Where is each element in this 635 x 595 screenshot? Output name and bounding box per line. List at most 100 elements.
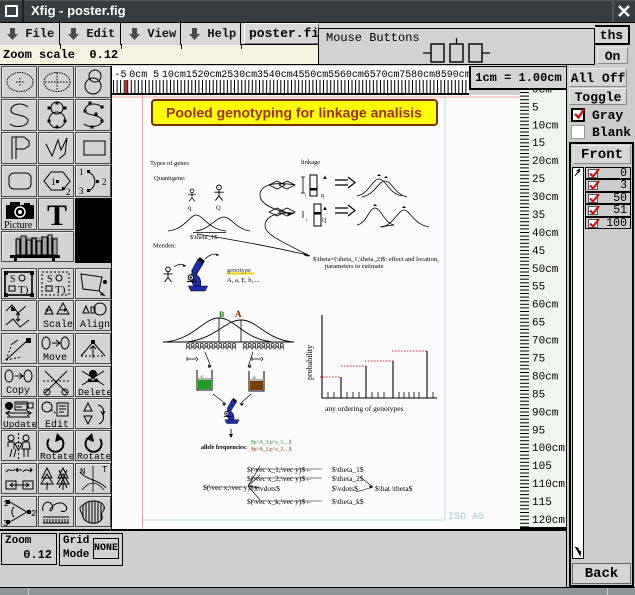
svg-text:80cm: 80cm [532,371,559,383]
svg-text:35: 35 [257,70,269,81]
svg-text:1: 1 [79,167,84,177]
svg-text:Delete: Delete [78,387,110,397]
svg-text:Rotate: Rotate [77,451,110,461]
svg-text:100cm: 100cm [532,443,565,455]
svg-text:↑: ↑ [304,194,307,200]
svg-text:Picture: Picture [4,220,33,230]
svg-text:50cm: 50cm [532,264,559,276]
svg-text:$(\vec x_k,\vec y)$←: $(\vec x_k,\vec y)$← [247,497,313,506]
svg-text:S: S [47,274,53,285]
svg-text:Pooled genotyping for linkage: Pooled genotyping for linkage analisis [166,105,422,121]
svg-text:85: 85 [532,389,545,401]
svg-text:20cm: 20cm [532,156,559,168]
svg-text:$(\vec x_2,\vec y)$←: $(\vec x_2,\vec y)$← [247,474,313,483]
svg-text:3: 3 [3,519,8,527]
svg-text:5: 5 [153,70,159,81]
svg-text:75: 75 [399,70,411,81]
svg-text:parameters to estimate: parameters to estimate [325,263,384,270]
svg-text:65: 65 [532,318,545,330]
svg-text:45: 45 [532,246,545,258]
svg-text:120cm: 120cm [532,515,565,527]
svg-text:Q: Q [216,205,221,212]
svg-text:60cm: 60cm [532,300,559,312]
svg-text:60cm: 60cm [340,70,364,81]
svg-text:S: S [10,274,16,285]
svg-text:15: 15 [186,70,198,81]
svg-text:$(\vec x_1,\vec y)$←: $(\vec x_1,\vec y)$← [247,465,313,474]
svg-text:genotype: genotype [227,267,251,274]
svg-text:65: 65 [364,70,376,81]
svg-text:0cm: 0cm [532,90,552,96]
svg-text:allele frequencies:: allele frequencies: [201,445,247,451]
svg-text:40cm: 40cm [269,70,293,81]
svg-text:T): T) [55,284,66,296]
svg-text:$\hat \theta$: $\hat \theta$ [375,484,413,493]
svg-text:↑: ↑ [305,218,308,224]
svg-text:N: N [80,467,85,477]
svg-text:105: 105 [532,461,552,473]
svg-text:30cm: 30cm [233,70,257,81]
svg-text:q: q [188,205,192,212]
svg-text:Scale: Scale [43,319,73,331]
svg-text:5: 5 [532,102,539,114]
svg-text:T): T) [18,284,29,296]
svg-text:110cm: 110cm [532,479,565,491]
svg-text:40cm: 40cm [532,228,559,240]
svg-text:linkage: linkage [301,159,320,166]
svg-text:$\theta_1$: $\theta_1$ [332,465,364,474]
svg-text:Types of genes: Types of genes [150,160,189,167]
svg-text:probability: probability [305,345,314,380]
svg-text:ISO A0: ISO A0 [448,512,484,523]
svg-text:Move: Move [43,353,67,364]
svg-text:q: q [321,193,324,199]
svg-text:any ordering of genotypes: any ordering of genotypes [325,404,404,413]
svg-text:85: 85 [435,70,447,81]
svg-text:Align: Align [80,319,110,331]
svg-text:$\vdots$: $\vdots$ [332,484,358,493]
svg-text:90cm: 90cm [532,407,559,419]
svg-text:2: 2 [102,177,107,187]
svg-text:2: 2 [66,187,71,197]
svg-text:$p^A_1,p^a_1,...$: $p^A_1,p^a_1,...$ [251,439,292,446]
svg-text:A: A [235,309,242,319]
svg-text:95: 95 [532,425,545,437]
svg-text:-5: -5 [114,70,126,81]
svg-text:55: 55 [328,70,340,81]
svg-text:25: 25 [221,70,233,81]
svg-text:Edit: Edit [45,419,69,429]
svg-text:25: 25 [532,174,545,186]
svg-text:55: 55 [532,282,545,294]
svg-text:70cm: 70cm [375,70,399,81]
svg-text:1: 1 [51,177,56,187]
svg-text:Quantigene:: Quantigene: [154,175,186,182]
svg-text:35: 35 [532,210,545,222]
svg-text:A, a, E, b, ...: A, a, E, b, ... [227,277,260,284]
svg-text:10cm: 10cm [532,120,559,132]
svg-text:115: 115 [532,497,552,509]
svg-text:1: 1 [3,499,8,509]
svg-text:50cm: 50cm [304,70,328,81]
svg-text:$\vdots$: $\vdots$ [254,484,280,493]
svg-text:45: 45 [292,70,304,81]
svg-text:$\theta_2$: $\theta_2$ [332,474,364,483]
svg-text:75: 75 [532,354,545,366]
svg-text:20cm: 20cm [197,70,221,81]
svg-text:Update: Update [3,419,36,429]
svg-text:$(\vec x,\vec y)$: $(\vec x,\vec y)$ [203,483,254,492]
svg-text:70cm: 70cm [532,336,559,348]
svg-text:T: T [102,465,108,475]
svg-text:30cm: 30cm [532,192,559,204]
svg-text:▲: ▲ [322,175,328,181]
svg-text:$\theta_k$: $\theta_k$ [332,497,364,506]
svg-text:T: T [47,199,67,230]
svg-text:80cm: 80cm [411,70,435,81]
svg-text:$p^A_2,p^a_2,...$: $p^A_2,p^a_2,...$ [251,446,292,453]
svg-text:Q: Q [322,218,327,224]
svg-text:3: 3 [79,186,84,196]
svg-text:$\theta=(\theta_1,\theta_2)$:: $\theta=(\theta_1,\theta_2)$: effect and… [313,256,439,263]
svg-text:2: 2 [31,509,36,519]
svg-text:Rotate: Rotate [40,451,73,461]
svg-text:▲: ▲ [322,206,328,212]
svg-text:15: 15 [532,138,545,150]
svg-text:10cm: 10cm [162,70,186,81]
